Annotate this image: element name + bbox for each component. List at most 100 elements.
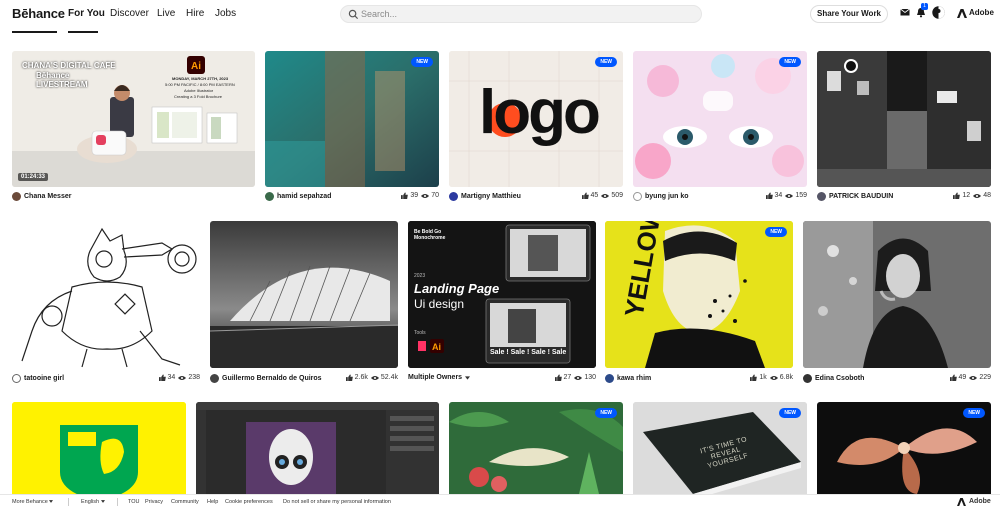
svg-text:Ai: Ai — [191, 61, 201, 72]
nav-discover[interactable]: Discover — [110, 8, 149, 19]
live-app: Adobe Illustrator — [184, 88, 214, 93]
owner-name[interactable]: hamid sepahzad — [265, 192, 331, 201]
project-card[interactable] — [196, 402, 439, 494]
project-card[interactable]: Edina Csoboth 49 229 — [803, 221, 991, 385]
nav-live[interactable]: Live — [157, 8, 175, 19]
hello-kitty-eyes-art — [633, 51, 807, 187]
nav-hire[interactable]: Hire — [186, 8, 204, 19]
project-card[interactable]: YELLOW NEW kawa rhim 1k 6.8k — [605, 221, 793, 385]
owner-name[interactable]: kawa rhim — [605, 374, 651, 383]
likes: 2.6k — [345, 374, 368, 381]
project-thumbnail[interactable]: YELLOW NEW — [605, 221, 793, 368]
chevron-down-icon — [49, 500, 54, 503]
project-card[interactable]: logo NEW Martigny Matthieu 45 509 — [449, 51, 623, 211]
project-thumbnail[interactable]: NEW — [633, 51, 807, 187]
lp-title: Landing Page — [414, 281, 500, 296]
project-card[interactable]: PATRICK BAUDUIN 12 48 — [817, 51, 991, 211]
views: 52.4k — [370, 374, 398, 381]
footer-link-cookie-preferences[interactable]: Cookie preferences — [225, 499, 273, 505]
nav-jobs[interactable]: Jobs — [215, 8, 236, 19]
eye-icon — [574, 375, 583, 380]
chevron-down-icon — [100, 500, 105, 503]
views: 48 — [973, 192, 991, 199]
footer-adobe-link[interactable]: Adobe — [969, 498, 991, 505]
project-thumbnail[interactable]: logo NEW — [449, 51, 623, 187]
project-thumbnail[interactable] — [12, 221, 200, 368]
adobe-logo-icon — [957, 9, 967, 18]
project-thumbnail[interactable]: Ai CHANA'S DIGITAL CAFE Bēhance LIVESTRE… — [12, 51, 255, 187]
behance-logo[interactable]: Bēhance — [12, 6, 65, 21]
language-dropdown[interactable]: English — [81, 499, 105, 505]
project-card[interactable]: Ai CHANA'S DIGITAL CAFE Bēhance LIVESTRE… — [12, 51, 255, 211]
new-badge: NEW — [779, 408, 801, 418]
section-divider — [12, 31, 57, 33]
eye-icon — [421, 193, 430, 198]
project-thumbnail[interactable] — [196, 402, 439, 494]
project-thumbnail[interactable] — [803, 221, 991, 368]
owner-name[interactable]: Chana Messer — [12, 192, 71, 201]
project-card[interactable]: NEW — [817, 402, 991, 494]
new-badge: NEW — [411, 57, 433, 67]
thumbs-up-icon — [750, 374, 758, 381]
owner-name[interactable]: Martigny Matthieu — [449, 192, 521, 201]
owner-dropdown[interactable]: Multiple Owners — [408, 374, 471, 381]
project-card[interactable]: IT'S TIME TO REVEAL YOURSELF NEW — [633, 402, 807, 494]
new-badge: NEW — [595, 57, 617, 67]
eye-icon — [370, 375, 379, 380]
adobe-link[interactable]: Adobe — [969, 8, 994, 17]
robot-line-art — [12, 221, 200, 368]
project-thumbnail[interactable]: NEW — [265, 51, 439, 187]
card-stats: 2.6k 52.4k — [345, 374, 398, 381]
owner-name[interactable]: byung jun ko — [633, 192, 689, 201]
project-card[interactable]: NEW — [449, 402, 623, 494]
mail-icon[interactable] — [900, 7, 910, 17]
project-card[interactable]: Guillermo Bernaldo de Quiros 2.6k 52.4k — [210, 221, 398, 385]
owner-name[interactable]: Guillermo Bernaldo de Quiros — [210, 374, 322, 383]
card-stats: 27 130 — [554, 374, 596, 381]
live-time: 5:00 PM PACIFIC / 8:00 PM EASTERN — [165, 82, 235, 87]
views: 130 — [574, 374, 596, 381]
project-card[interactable]: Ai Be Bold Go Monochrome 2023 Landing Pa… — [408, 221, 596, 385]
owner-avatar — [633, 192, 642, 201]
more-behance-dropdown[interactable]: More Behance — [12, 499, 54, 505]
project-card[interactable]: NEW hamid sepahzad 39 70 — [265, 51, 439, 211]
eye-icon — [601, 193, 610, 198]
footer-link-tou[interactable]: TOU — [128, 499, 140, 505]
thumbs-up-icon — [581, 192, 589, 199]
top-navbar: Bēhance For You Discover Live Hire Jobs … — [0, 0, 1000, 28]
active-tab-indicator — [68, 31, 98, 33]
project-thumbnail[interactable]: NEW — [449, 402, 623, 494]
project-thumbnail[interactable]: NEW — [817, 402, 991, 494]
card-stats: 39 70 — [401, 192, 439, 199]
owner-name[interactable]: PATRICK BAUDUIN — [817, 192, 893, 201]
project-thumbnail[interactable]: Ai Be Bold Go Monochrome 2023 Landing Pa… — [408, 221, 596, 368]
adobe-logo-icon — [957, 498, 966, 506]
project-card[interactable] — [12, 402, 186, 494]
owner-name[interactable]: tatooine girl — [12, 374, 64, 383]
views: 159 — [785, 192, 807, 199]
user-avatar-icon[interactable] — [932, 6, 945, 19]
thumbs-up-icon — [158, 374, 166, 381]
project-card[interactable]: tatooine girl 34 238 — [12, 221, 200, 385]
search-input[interactable]: Search... — [340, 5, 702, 23]
thumbs-up-icon — [765, 192, 773, 199]
project-thumbnail[interactable] — [817, 51, 991, 187]
footer-link-do-not-sell[interactable]: Do not sell or share my personal informa… — [283, 499, 391, 505]
share-your-work-button[interactable]: Share Your Work — [810, 5, 888, 23]
footer-link-help[interactable]: Help — [207, 499, 218, 505]
nav-for-you[interactable]: For You — [68, 8, 105, 19]
thumbs-up-icon — [345, 374, 353, 381]
views: 70 — [421, 192, 439, 199]
live-title: CHANA'S DIGITAL CAFE — [22, 61, 116, 70]
project-thumbnail[interactable] — [210, 221, 398, 368]
project-thumbnail[interactable] — [12, 402, 186, 494]
footer-link-privacy[interactable]: Privacy — [145, 499, 163, 505]
new-badge: NEW — [963, 408, 985, 418]
project-card[interactable]: NEW byung jun ko 34 159 — [633, 51, 807, 211]
owner-name[interactable]: Edina Csoboth — [803, 374, 864, 383]
abstract-painting-art — [265, 51, 439, 187]
footer-link-community[interactable]: Community — [171, 499, 199, 505]
yellow-portrait-art: YELLOW — [605, 221, 793, 368]
project-thumbnail[interactable]: IT'S TIME TO REVEAL YOURSELF NEW — [633, 402, 807, 494]
likes: 45 — [581, 192, 598, 199]
